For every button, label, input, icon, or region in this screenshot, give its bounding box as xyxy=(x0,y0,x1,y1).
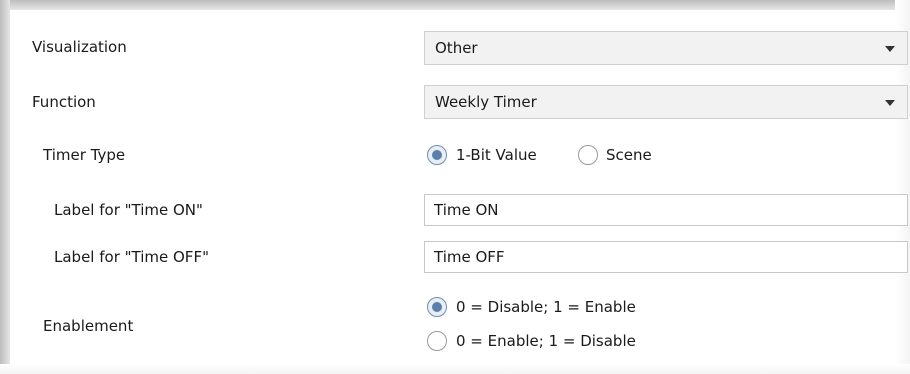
label-time-off-input[interactable]: Time OFF xyxy=(424,241,908,273)
window-shadow-top xyxy=(0,0,895,10)
radio-selected-dot xyxy=(432,302,442,312)
label-time-on-value: Time ON xyxy=(434,201,499,219)
visualization-dropdown-value: Other xyxy=(435,39,478,57)
timer-type-label: Timer Type xyxy=(43,146,126,164)
timer-type-radio-scene[interactable] xyxy=(578,145,598,165)
label-time-off-value: Time OFF xyxy=(434,248,505,266)
enablement-option-enable-disable[interactable]: 0 = Enable; 1 = Disable xyxy=(456,332,636,350)
chevron-down-icon xyxy=(885,46,895,52)
label-time-on-input[interactable]: Time ON xyxy=(424,194,908,226)
function-dropdown[interactable]: Weekly Timer xyxy=(424,85,908,119)
chevron-down-icon xyxy=(885,100,895,106)
parameters-panel: Visualization Other Function Weekly Time… xyxy=(10,10,908,364)
enablement-radio-enable-disable[interactable] xyxy=(427,331,447,351)
function-dropdown-value: Weekly Timer xyxy=(435,93,537,111)
visualization-dropdown[interactable]: Other xyxy=(424,31,908,65)
settings-window: Visualization Other Function Weekly Time… xyxy=(0,0,910,374)
timer-type-option-1-bit-value[interactable]: 1-Bit Value xyxy=(456,146,537,164)
radio-selected-dot xyxy=(432,150,442,160)
enablement-label: Enablement xyxy=(43,317,134,335)
enablement-radio-disable-enable[interactable] xyxy=(427,297,447,317)
timer-type-option-scene[interactable]: Scene xyxy=(606,146,652,164)
window-shadow-left xyxy=(0,0,10,364)
visualization-label: Visualization xyxy=(32,38,127,56)
window-shadow-bottom xyxy=(0,364,910,374)
timer-type-radio-1-bit-value[interactable] xyxy=(427,145,447,165)
label-time-on-label: Label for "Time ON" xyxy=(54,201,203,219)
label-time-off-label: Label for "Time OFF" xyxy=(54,248,209,266)
function-label: Function xyxy=(32,93,96,111)
enablement-option-disable-enable[interactable]: 0 = Disable; 1 = Enable xyxy=(456,298,636,316)
